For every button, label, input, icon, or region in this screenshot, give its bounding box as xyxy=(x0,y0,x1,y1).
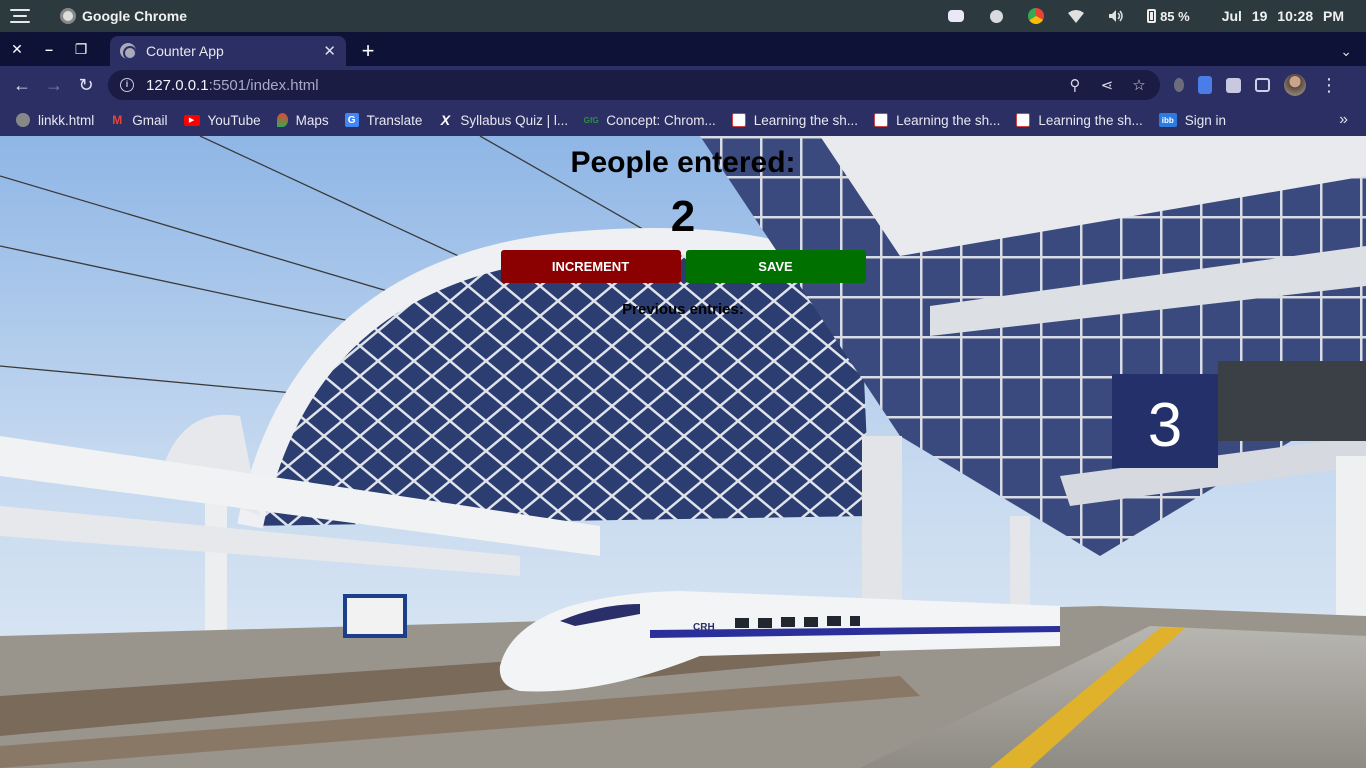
os-menu-icon[interactable] xyxy=(10,9,30,23)
address-bar[interactable]: i 127.0.0.1 :5501/index.html ⚲ ⋖ ☆ xyxy=(108,70,1160,100)
doc-icon xyxy=(874,113,889,127)
tab-title: Counter App xyxy=(146,43,224,59)
doc-icon xyxy=(1016,113,1031,127)
back-arrow-icon[interactable]: ← xyxy=(6,69,38,101)
button-row: INCREMENT SAVE xyxy=(0,250,1366,283)
close-window-icon[interactable]: ✕ xyxy=(10,42,24,56)
date-text: Jul 19 xyxy=(1221,8,1268,24)
zoom-icon[interactable]: ⚲ xyxy=(1066,76,1084,94)
x-icon: X xyxy=(440,112,451,128)
bookmark-item[interactable]: GfG Concept: Chrom... xyxy=(584,113,716,128)
bookmark-item[interactable]: X Syllabus Quiz | l... xyxy=(438,112,568,128)
doc-icon xyxy=(731,113,746,127)
url-path: :5501/index.html xyxy=(208,76,319,94)
reload-icon[interactable]: ↻ xyxy=(70,69,102,101)
page-title: People entered: xyxy=(570,146,796,179)
battery-percent: 85 % xyxy=(1160,8,1190,24)
gfg-icon: GfG xyxy=(583,115,599,125)
side-panel-icon[interactable] xyxy=(1255,78,1270,92)
previous-entries-label: Previous entries: xyxy=(622,301,744,318)
active-app-name: Google Chrome xyxy=(82,8,188,24)
wifi-icon[interactable] xyxy=(1067,8,1085,24)
discord-icon[interactable] xyxy=(947,8,965,24)
ibb-icon: ibb xyxy=(1158,113,1177,127)
counter-value: 2 xyxy=(670,192,696,241)
bookmark-item[interactable]: Learning the sh... xyxy=(731,113,858,128)
os-top-bar: Google Chrome 85 % Jul 19 10:28 PM xyxy=(0,0,1366,32)
time-text: 10:28 PM xyxy=(1277,8,1344,24)
avatar[interactable] xyxy=(1284,74,1306,96)
browser-toolbar: ← → ↻ i 127.0.0.1 :5501/index.html ⚲ ⋖ ☆… xyxy=(0,66,1366,104)
slack-icon[interactable] xyxy=(987,8,1005,24)
chrome-tray-icon[interactable] xyxy=(1027,8,1045,24)
new-tab-button[interactable]: + xyxy=(354,36,382,66)
youtube-icon: ▶ xyxy=(183,114,200,126)
tab-close-icon[interactable]: ✕ xyxy=(323,42,336,60)
window-controls: ✕ – ❐ xyxy=(0,32,110,66)
more-bookmarks-icon[interactable]: » xyxy=(1339,111,1348,129)
globe-icon xyxy=(16,113,30,127)
share-icon[interactable]: ⋖ xyxy=(1098,76,1116,94)
tab-strip: ✕ – ❐ Counter App ✕ + ⌄ xyxy=(0,32,1366,66)
translate-icon: G xyxy=(344,113,359,127)
increment-button[interactable]: INCREMENT xyxy=(500,250,681,283)
bookmark-star-icon[interactable]: ☆ xyxy=(1130,76,1148,94)
bookmark-item[interactable]: Maps xyxy=(276,113,329,128)
forward-arrow-icon[interactable]: → xyxy=(38,69,70,101)
bookmark-item[interactable]: linkk.html xyxy=(16,113,94,128)
bookmark-item[interactable]: ibb Sign in xyxy=(1158,113,1226,128)
tab-counter-app[interactable]: Counter App ✕ xyxy=(110,36,346,66)
url-host: 127.0.0.1 xyxy=(146,76,209,94)
bookmark-item[interactable]: G Translate xyxy=(344,113,422,128)
volume-icon[interactable] xyxy=(1107,8,1125,24)
svg-text:CRH: CRH xyxy=(693,622,715,633)
save-button[interactable]: SAVE xyxy=(685,250,866,283)
bookmarks-bar: linkk.html M Gmail ▶ YouTube Maps G Transla… xyxy=(0,104,1366,136)
chrome-icon xyxy=(60,8,76,24)
puzzle-icon[interactable] xyxy=(1226,77,1241,93)
gmail-icon: M xyxy=(112,113,123,127)
menu-kebab-icon[interactable]: ⋮ xyxy=(1320,75,1338,96)
battery-icon xyxy=(1147,9,1157,23)
counter-app: People entered: 2 INCREMENT SAVE Previou… xyxy=(0,136,1366,318)
bookmark-item[interactable]: Learning the sh... xyxy=(1016,113,1143,128)
bookmark-item[interactable]: ▶ YouTube xyxy=(183,113,261,128)
restore-window-icon[interactable]: ❐ xyxy=(74,42,88,56)
clock[interactable]: Jul 19 10:28 PM xyxy=(1222,8,1344,24)
extension-icon[interactable] xyxy=(1174,78,1184,92)
tab-search-chevron-icon[interactable]: ⌄ xyxy=(1340,36,1352,66)
site-info-icon[interactable]: i xyxy=(120,78,134,92)
page-viewport: 3 CRH People entered: 2 INCREMENT SAVE P… xyxy=(0,136,1366,768)
battery-indicator[interactable]: 85 % xyxy=(1147,9,1190,24)
docs-extension-icon[interactable] xyxy=(1198,76,1212,94)
minimize-window-icon[interactable]: – xyxy=(42,42,56,56)
bookmark-item[interactable]: M Gmail xyxy=(110,113,167,128)
globe-icon xyxy=(120,43,136,59)
svg-text:3: 3 xyxy=(1148,391,1182,460)
maps-icon xyxy=(276,113,288,127)
bookmark-item[interactable]: Learning the sh... xyxy=(874,113,1000,128)
